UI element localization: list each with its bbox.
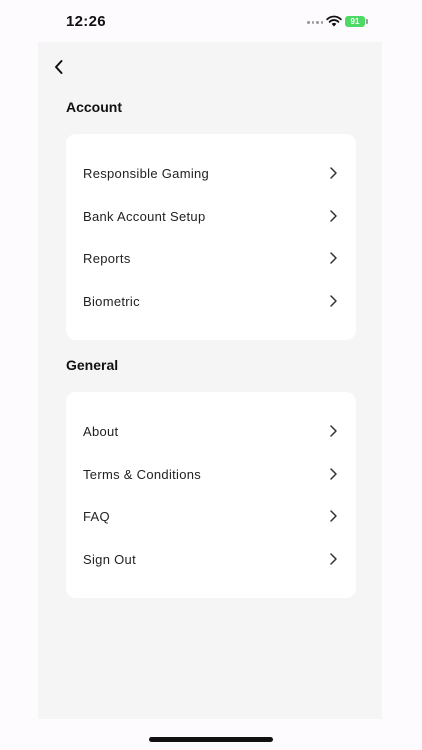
status-bar: 12:26 91	[0, 0, 422, 42]
menu-item-faq[interactable]: FAQ	[83, 500, 339, 532]
menu-item-label: Reports	[83, 250, 131, 266]
menu-item-bank-account-setup[interactable]: Bank Account Setup	[83, 200, 339, 232]
menu-item-about[interactable]: About	[83, 415, 339, 447]
chevron-right-icon	[330, 295, 337, 307]
chevron-right-icon	[330, 468, 337, 480]
battery-level: 91	[350, 17, 360, 26]
settings-screen: Account Responsible Gaming Bank Account …	[38, 42, 382, 719]
chevron-right-icon	[330, 510, 337, 522]
menu-item-responsible-gaming[interactable]: Responsible Gaming	[83, 157, 339, 189]
menu-item-label: Bank Account Setup	[83, 208, 206, 224]
menu-item-reports[interactable]: Reports	[83, 242, 339, 274]
menu-item-biometric[interactable]: Biometric	[83, 285, 339, 317]
menu-item-label: Terms & Conditions	[83, 466, 202, 482]
home-indicator[interactable]	[149, 737, 273, 742]
chevron-right-icon	[330, 425, 337, 437]
chevron-left-icon	[55, 60, 63, 74]
battery-icon: 91	[345, 16, 368, 27]
menu-item-sign-out[interactable]: Sign Out	[83, 543, 339, 575]
general-card: About Terms & Conditions FAQ Sign Out	[66, 392, 356, 598]
menu-item-terms-conditions[interactable]: Terms & Conditions	[83, 458, 339, 490]
chevron-right-icon	[330, 167, 337, 179]
back-button[interactable]	[48, 56, 70, 78]
chevron-right-icon	[330, 252, 337, 264]
menu-item-label: About	[83, 423, 119, 439]
section-title-general: General	[66, 357, 119, 373]
chevron-right-icon	[330, 553, 337, 565]
section-title-account: Account	[66, 99, 122, 115]
menu-item-label: Sign Out	[83, 551, 136, 567]
account-card: Responsible Gaming Bank Account Setup Re…	[66, 134, 356, 340]
menu-item-label: FAQ	[83, 508, 110, 524]
chevron-right-icon	[330, 210, 337, 222]
status-time: 12:26	[66, 13, 106, 30]
wifi-icon	[326, 15, 342, 27]
cellular-signal-icon	[307, 21, 323, 25]
menu-item-label: Biometric	[83, 293, 140, 309]
menu-item-label: Responsible Gaming	[83, 165, 210, 181]
